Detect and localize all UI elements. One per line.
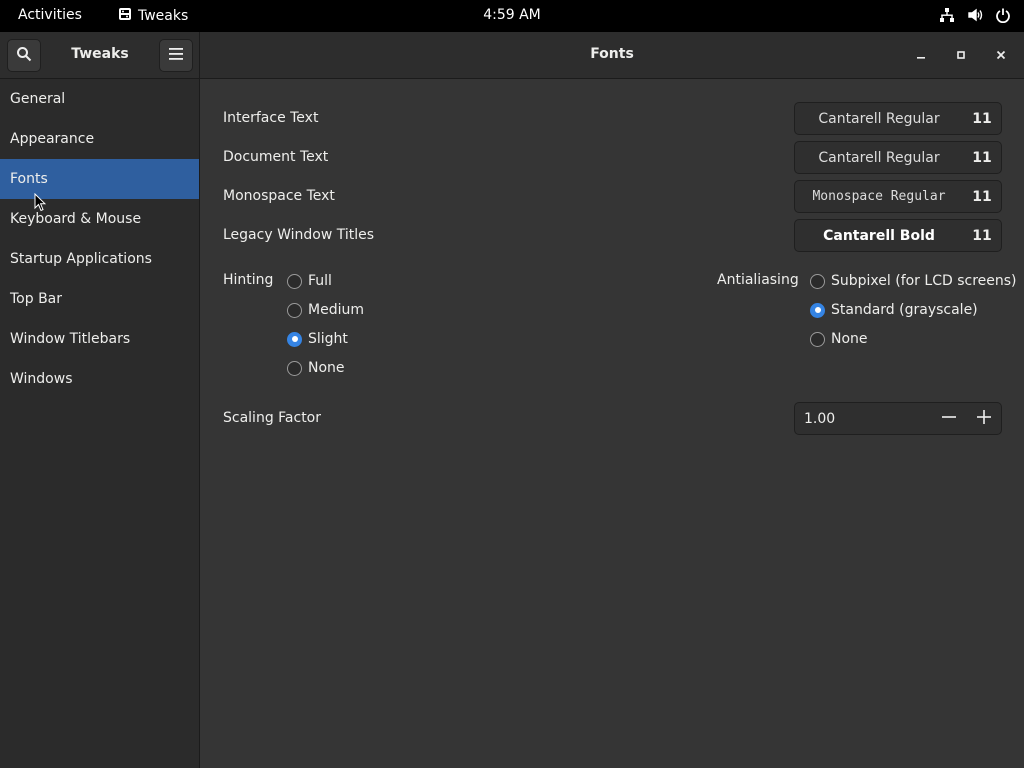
app-menu[interactable]: Tweaks: [118, 7, 188, 25]
antialiasing-label: Antialiasing: [717, 272, 799, 288]
legacy-titles-font-button[interactable]: Cantarell Bold 11: [794, 219, 1002, 252]
sidebar-item-keyboard-mouse[interactable]: Keyboard & Mouse: [0, 199, 199, 239]
increase-button[interactable]: [966, 403, 1001, 434]
app-menu-label: Tweaks: [138, 8, 189, 24]
document-font-size: 11: [972, 149, 992, 166]
radio-label: Slight: [308, 331, 348, 347]
interface-text-label: Interface Text: [223, 110, 319, 126]
sidebar-title: Tweaks: [71, 46, 129, 62]
radio-button[interactable]: [810, 331, 825, 347]
radio-label: None: [308, 360, 345, 376]
document-font-name: Cantarell Regular: [818, 149, 940, 166]
sidebar-item-top-bar[interactable]: Top Bar: [0, 279, 199, 319]
monospace-font-name: Monospace Regular: [812, 189, 946, 204]
clock[interactable]: 4:59 AM: [483, 7, 541, 23]
sidebar-item-appearance[interactable]: Appearance: [0, 119, 199, 159]
sidebar: General Appearance Fonts Keyboard & Mous…: [0, 79, 200, 768]
document-font-button[interactable]: Cantarell Regular 11: [794, 141, 1002, 174]
header-bar: Tweaks Fonts: [0, 32, 1024, 79]
hinting-option-none[interactable]: None: [287, 360, 345, 376]
scaling-factor-spinbutton[interactable]: 1.00: [794, 402, 1002, 435]
search-icon: [16, 46, 32, 66]
system-menu[interactable]: [938, 6, 1012, 24]
radio-label: None: [831, 331, 868, 347]
legacy-window-titles-label: Legacy Window Titles: [223, 227, 375, 243]
legacy-titles-font-name: Cantarell Bold: [823, 227, 935, 244]
radio-button-selected[interactable]: [810, 302, 825, 318]
monospace-font-button[interactable]: Monospace Regular 11: [794, 180, 1002, 213]
fonts-panel: Interface Text Cantarell Regular 11 Docu…: [201, 79, 1024, 768]
search-button[interactable]: [7, 39, 41, 72]
plus-icon: [976, 409, 991, 428]
volume-icon[interactable]: [966, 6, 984, 24]
radio-label: Subpixel (for LCD screens): [831, 273, 1017, 289]
radio-button-selected[interactable]: [287, 331, 302, 347]
radio-label: Standard (grayscale): [831, 302, 978, 318]
radio-button[interactable]: [287, 302, 302, 318]
legacy-titles-font-size: 11: [972, 227, 992, 244]
close-icon: [996, 48, 1006, 64]
maximize-button[interactable]: [949, 44, 973, 68]
power-icon[interactable]: [994, 6, 1012, 24]
hinting-option-medium[interactable]: Medium: [287, 302, 364, 318]
main-menu-button[interactable]: [159, 39, 193, 72]
monospace-font-size: 11: [972, 188, 992, 205]
radio-label: Full: [308, 273, 332, 289]
document-text-label: Document Text: [223, 149, 329, 165]
scaling-factor-value[interactable]: 1.00: [795, 411, 931, 427]
page-title: Fonts: [590, 46, 634, 62]
decrease-button[interactable]: [931, 403, 966, 434]
network-icon[interactable]: [938, 6, 956, 24]
top-bar: Activities Tweaks 4:59 AM: [0, 0, 1024, 32]
radio-label: Medium: [308, 302, 364, 318]
minus-icon: [941, 410, 956, 428]
interface-font-button[interactable]: Cantarell Regular 11: [794, 102, 1002, 135]
sidebar-header: Tweaks: [0, 32, 200, 78]
sidebar-item-fonts[interactable]: Fonts: [0, 159, 199, 199]
hamburger-icon: [169, 47, 183, 64]
antialiasing-option-subpixel[interactable]: Subpixel (for LCD screens): [810, 273, 1017, 289]
hinting-option-full[interactable]: Full: [287, 273, 332, 289]
radio-button[interactable]: [810, 273, 825, 289]
interface-font-name: Cantarell Regular: [818, 110, 940, 127]
close-button[interactable]: [989, 44, 1013, 68]
antialiasing-option-standard[interactable]: Standard (grayscale): [810, 302, 978, 318]
scaling-factor-label: Scaling Factor: [223, 410, 322, 426]
hinting-option-slight[interactable]: Slight: [287, 331, 348, 347]
activities-button[interactable]: Activities: [18, 7, 82, 23]
mouse-pointer-icon: [34, 192, 47, 216]
sidebar-item-window-titlebars[interactable]: Window Titlebars: [0, 319, 199, 359]
maximize-icon: [956, 48, 966, 64]
minimize-icon: [916, 48, 926, 64]
radio-button[interactable]: [287, 360, 302, 376]
hinting-label: Hinting: [223, 272, 274, 288]
radio-button[interactable]: [287, 273, 302, 289]
antialiasing-option-none[interactable]: None: [810, 331, 868, 347]
interface-font-size: 11: [972, 110, 992, 127]
sidebar-item-windows[interactable]: Windows: [0, 359, 199, 399]
sidebar-item-startup-applications[interactable]: Startup Applications: [0, 239, 199, 279]
minimize-button[interactable]: [909, 44, 933, 68]
sidebar-item-general[interactable]: General: [0, 79, 199, 119]
tweaks-app-icon: [118, 7, 132, 25]
monospace-text-label: Monospace Text: [223, 188, 335, 204]
